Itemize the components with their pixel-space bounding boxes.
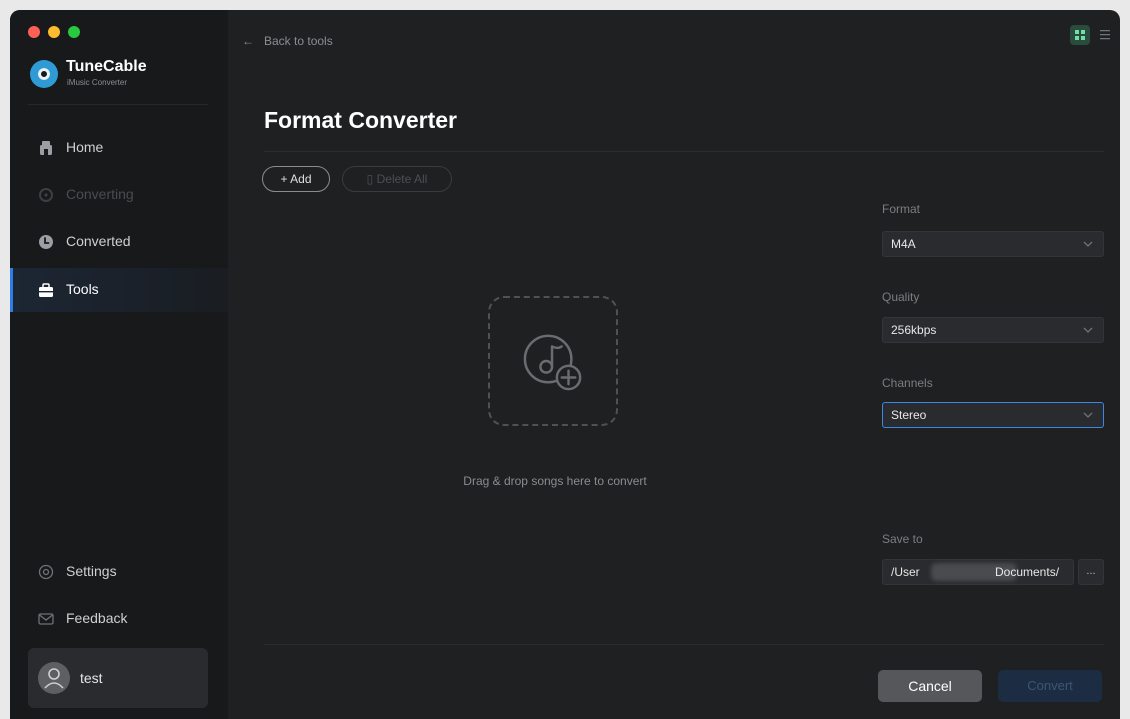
add-button[interactable]: + Add — [262, 166, 330, 192]
sidebar-item-label: Converting — [66, 186, 134, 202]
channels-select[interactable]: Stereo — [882, 402, 1104, 428]
close-window-button[interactable] — [28, 26, 40, 38]
toolbox-icon — [39, 283, 53, 297]
footer-divider — [264, 644, 1104, 645]
sidebar-item-home[interactable]: Home — [10, 126, 228, 170]
app-logo-icon — [30, 60, 58, 88]
chevron-down-icon — [1083, 241, 1093, 247]
arrow-left-icon: ← — [242, 34, 254, 48]
clock-icon — [39, 235, 53, 249]
channels-value: Stereo — [891, 408, 927, 422]
sidebar-item-label: Tools — [66, 281, 99, 297]
format-select[interactable]: M4A — [882, 231, 1104, 257]
sidebar-item-converting[interactable]: Converting — [10, 173, 228, 217]
back-label: Back to tools — [264, 34, 333, 48]
app-window: TuneCable iMusic Converter Home Converti… — [10, 10, 1120, 719]
browse-button[interactable]: ... — [1078, 559, 1104, 585]
username: test — [80, 670, 103, 686]
sidebar-item-label: Settings — [66, 563, 117, 579]
quality-select[interactable]: 256kbps — [882, 317, 1104, 343]
drop-hint: Drag & drop songs here to convert — [463, 474, 647, 488]
save-path-end: Documents/ — [995, 565, 1060, 579]
minimize-window-button[interactable] — [48, 26, 60, 38]
user-profile[interactable]: test — [28, 648, 208, 708]
gear-icon — [38, 564, 54, 580]
apps-grid-icon[interactable] — [1070, 25, 1090, 45]
quality-value: 256kbps — [891, 323, 937, 337]
mail-icon — [38, 613, 54, 625]
sidebar-divider — [28, 104, 208, 105]
format-value: M4A — [891, 237, 916, 251]
brand-name: TuneCable — [66, 58, 147, 75]
save-path-field[interactable]: /User Documents/ — [882, 559, 1074, 585]
sidebar-item-converted[interactable]: Converted — [10, 220, 228, 264]
cancel-button[interactable]: Cancel — [878, 670, 982, 702]
add-music-icon — [523, 334, 582, 391]
user-icon — [44, 668, 64, 689]
back-to-tools-link[interactable]: ← Back to tools — [242, 34, 333, 48]
quality-label: Quality — [882, 290, 920, 304]
brand-subtitle: iMusic Converter — [67, 78, 128, 87]
page-title: Format Converter — [264, 107, 457, 133]
sidebar-item-label: Converted — [66, 233, 131, 249]
sidebar-item-label: Home — [66, 139, 104, 155]
sidebar-item-tools[interactable]: Tools — [10, 268, 228, 312]
sidebar-item-feedback[interactable]: Feedback — [10, 597, 228, 641]
sidebar-item-label: Feedback — [66, 610, 128, 626]
home-icon — [40, 141, 52, 155]
converting-icon — [39, 188, 53, 202]
save-to-label: Save to — [882, 532, 923, 546]
drop-zone[interactable] — [488, 296, 618, 426]
sidebar-item-settings[interactable]: Settings — [10, 550, 228, 594]
sidebar: TuneCable iMusic Converter Home Converti… — [10, 10, 228, 719]
channels-label: Channels — [882, 376, 933, 390]
menu-icon[interactable] — [1100, 29, 1110, 41]
format-label: Format — [882, 202, 921, 216]
chevron-down-icon — [1083, 327, 1093, 333]
zoom-window-button[interactable] — [68, 26, 80, 38]
convert-button[interactable]: Convert — [998, 670, 1102, 702]
delete-all-button[interactable]: ▯ Delete All — [342, 166, 452, 192]
trash-icon: ▯ — [366, 172, 377, 186]
grid-icon — [1075, 30, 1085, 40]
chevron-down-icon — [1083, 412, 1093, 418]
save-path-start: /User — [891, 565, 920, 579]
delete-all-label: Delete All — [376, 172, 428, 186]
avatar — [38, 662, 70, 694]
title-divider — [264, 151, 1104, 152]
